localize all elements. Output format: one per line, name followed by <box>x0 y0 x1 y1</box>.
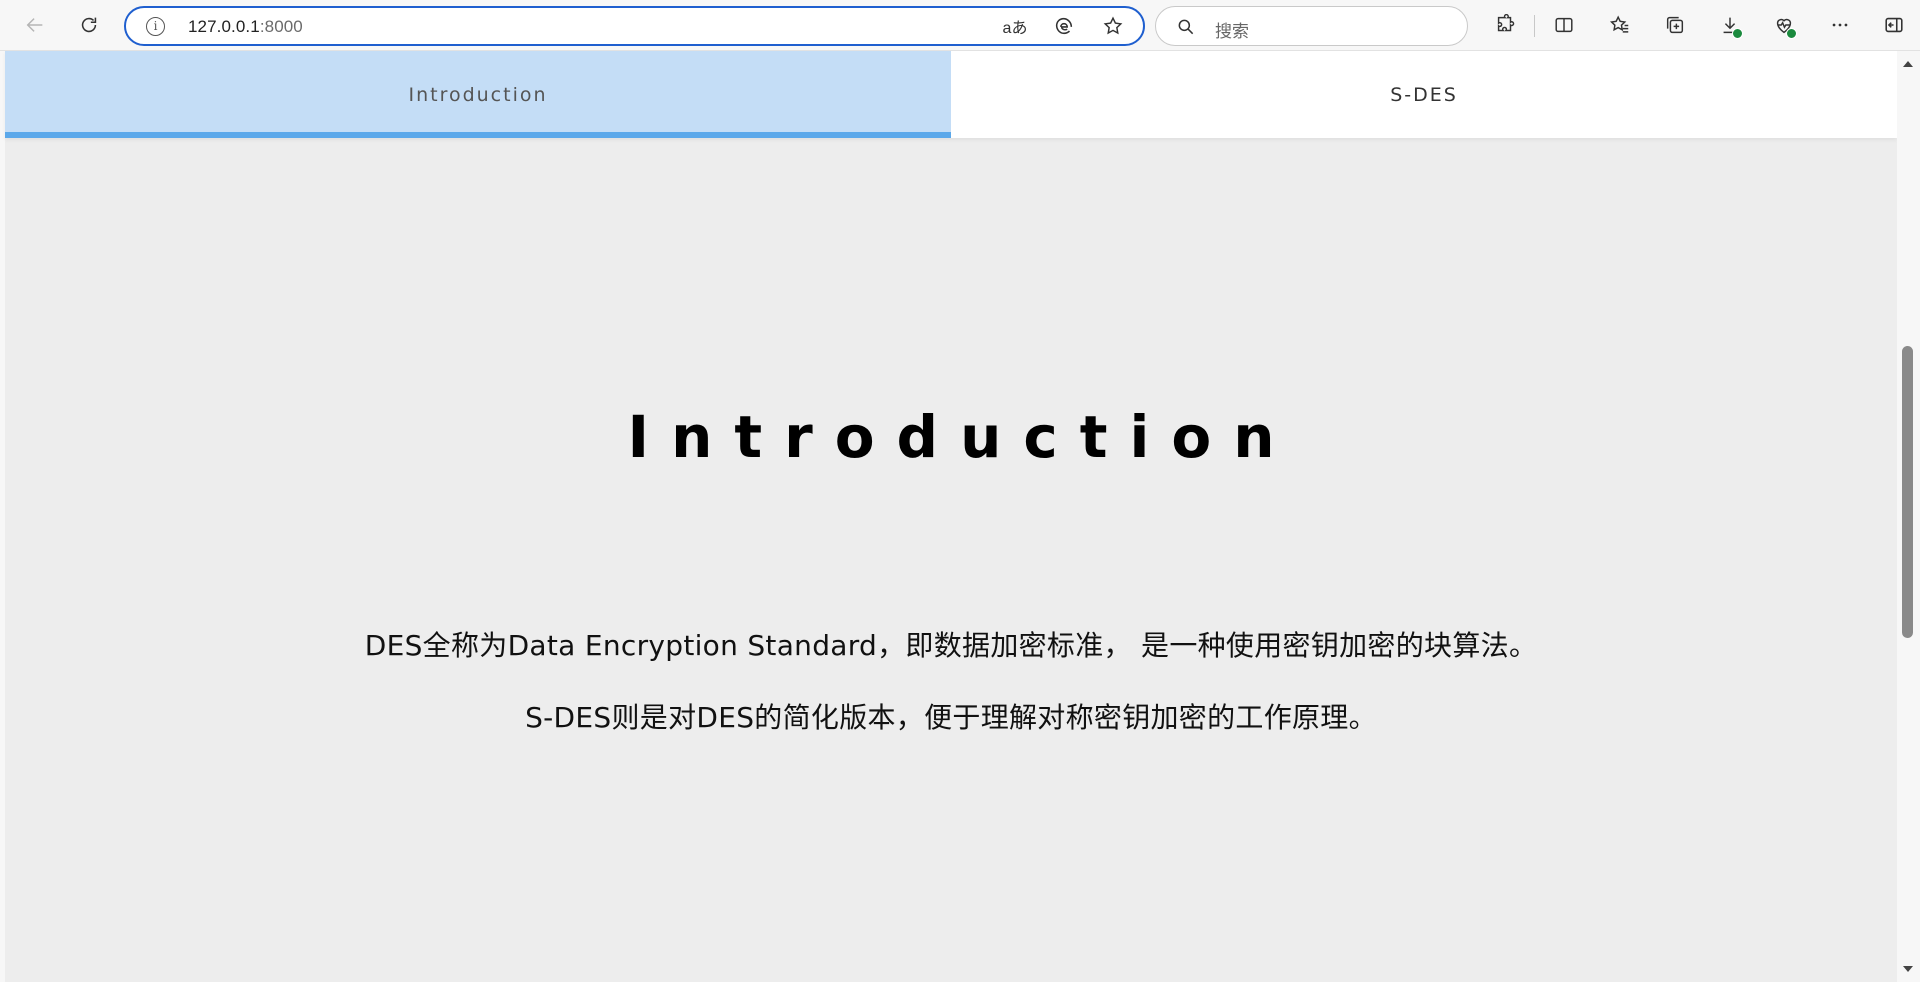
scroll-up-arrow[interactable] <box>1903 61 1913 67</box>
favorites-icon[interactable] <box>1603 8 1637 42</box>
back-arrow-icon[interactable] <box>18 8 52 42</box>
tab-s-des[interactable]: S-DES <box>951 51 1897 138</box>
collections-icon[interactable] <box>1658 8 1692 42</box>
intro-paragraph: DES全称为Data Encryption Standard，即数据加密标准， … <box>364 629 1538 662</box>
split-screen-icon[interactable] <box>1547 8 1581 42</box>
tab-label: S-DES <box>1390 83 1458 106</box>
search-icon <box>1176 17 1196 37</box>
address-bar[interactable]: i 127.0.0.1:8000 aあ <box>124 6 1145 46</box>
reload-icon[interactable] <box>72 8 106 42</box>
download-complete-badge <box>1732 28 1743 39</box>
scroll-thumb[interactable] <box>1902 346 1913 638</box>
main-content: Introduction DES全称为Data Encryption Stand… <box>5 138 1897 982</box>
info-icon[interactable]: i <box>146 17 165 36</box>
page-title: Introduction <box>627 403 1297 471</box>
scroll-down-arrow[interactable] <box>1903 966 1913 972</box>
vertical-scrollbar[interactable] <box>1897 51 1920 982</box>
translate-icon[interactable]: aあ <box>999 11 1031 41</box>
toolbar-divider <box>1534 15 1535 37</box>
browser-essentials-icon[interactable] <box>1767 8 1801 42</box>
search-box[interactable]: 搜索 <box>1155 6 1468 46</box>
star-icon[interactable] <box>1097 11 1129 41</box>
more-icon[interactable] <box>1823 8 1857 42</box>
tab-introduction[interactable]: Introduction <box>5 51 951 138</box>
url-text[interactable]: 127.0.0.1:8000 <box>188 17 303 37</box>
search-placeholder: 搜索 <box>1215 22 1249 42</box>
tab-bar: Introduction S-DES <box>5 51 1897 138</box>
browser-toolbar: i 127.0.0.1:8000 aあ 搜索 <box>0 0 1920 51</box>
tab-label: Introduction <box>408 83 548 106</box>
intro-paragraph: S-DES则是对DES的简化版本，便于理解对称密钥加密的工作原理。 <box>525 701 1377 734</box>
download-icon[interactable] <box>1713 8 1747 42</box>
sidebar-icon[interactable] <box>1877 8 1911 42</box>
edge-icon[interactable] <box>1048 11 1080 41</box>
essentials-ok-badge <box>1786 28 1797 39</box>
puzzle-icon[interactable] <box>1488 8 1522 42</box>
page-viewport: Introduction S-DES Introduction DES全称为Da… <box>0 51 1920 982</box>
